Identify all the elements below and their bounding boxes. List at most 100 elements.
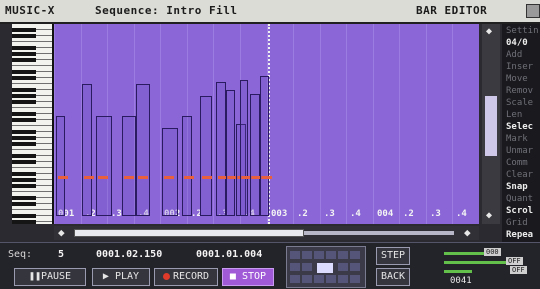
- side-menu-item[interactable]: 04/0: [506, 38, 528, 48]
- level-tag-1[interactable]: 000: [484, 248, 501, 256]
- beat-line: [54, 24, 55, 224]
- music-x-window: MUSIC-X Sequence: Intro Fill BAR EDITOR …: [0, 0, 540, 289]
- scroll-down-icon[interactable]: ◆: [486, 210, 492, 221]
- note-event[interactable]: [96, 116, 112, 216]
- beat-line: [399, 24, 400, 224]
- side-menu-item[interactable]: Grid: [506, 218, 528, 228]
- side-menu-item[interactable]: Mark: [506, 134, 528, 144]
- note-event[interactable]: [200, 96, 212, 216]
- horizontal-scroll-thumb[interactable]: [74, 229, 304, 237]
- velocity-marker[interactable]: [98, 176, 108, 179]
- note-keypad[interactable]: [286, 246, 366, 288]
- side-menu-item[interactable]: Scrol: [506, 206, 533, 216]
- piano-white-key[interactable]: [12, 222, 52, 224]
- beat-label: .3: [324, 209, 335, 219]
- note-grid[interactable]: 001.2.3.4 002.2.3.4 003.2.3.4 004.2.3.4: [54, 24, 479, 224]
- side-menu-item[interactable]: Move: [506, 74, 528, 84]
- seq-value[interactable]: 5: [58, 249, 64, 260]
- note-event[interactable]: [216, 82, 226, 216]
- velocity-marker[interactable]: [202, 176, 212, 179]
- note-event[interactable]: [226, 90, 235, 216]
- note-event[interactable]: [250, 94, 260, 216]
- depth-gadget-icon[interactable]: [526, 4, 540, 18]
- keypad-cell[interactable]: [302, 263, 312, 271]
- note-event[interactable]: [122, 116, 136, 216]
- record-button[interactable]: RECORD: [154, 268, 218, 286]
- note-event[interactable]: [260, 76, 269, 216]
- scroll-left-icon[interactable]: ◆: [58, 226, 65, 239]
- note-event[interactable]: [56, 116, 65, 216]
- keypad-cell[interactable]: [350, 251, 360, 259]
- keypad-cell[interactable]: [290, 251, 300, 259]
- pause-label: PAUSE: [40, 271, 72, 282]
- velocity-marker[interactable]: [138, 176, 148, 179]
- keypad-cell[interactable]: [350, 275, 360, 283]
- keypad-cell[interactable]: [290, 263, 300, 271]
- step-button[interactable]: STEP: [376, 247, 410, 265]
- note-event[interactable]: [240, 80, 248, 216]
- record-icon: [162, 272, 170, 280]
- editor-title: BAR EDITOR: [416, 4, 488, 17]
- beat-line: [213, 24, 214, 224]
- side-menu-item[interactable]: Comm: [506, 158, 528, 168]
- side-menu-item[interactable]: Repea: [506, 230, 533, 240]
- side-menu-item[interactable]: Add: [506, 50, 522, 60]
- stop-button[interactable]: ■ STOP: [222, 268, 274, 286]
- piano-keyboard[interactable]: [12, 24, 54, 224]
- beat-line: [452, 24, 453, 224]
- velocity-marker[interactable]: [58, 176, 68, 179]
- scroll-right-icon[interactable]: ◆: [464, 226, 471, 239]
- position-counter-2[interactable]: 0001.01.004: [196, 249, 262, 260]
- side-menu-item[interactable]: Settin: [506, 26, 539, 36]
- position-counter[interactable]: 0001.02.150: [96, 249, 162, 260]
- sequence-title: Sequence: Intro Fill: [95, 4, 238, 17]
- level-meters: 000 OFF OFF 0041: [440, 244, 538, 286]
- scroll-up-icon[interactable]: ◆: [486, 26, 492, 37]
- velocity-marker[interactable]: [84, 176, 94, 179]
- keypad-cell[interactable]: [302, 251, 312, 259]
- keypad-selected-cell[interactable]: [317, 263, 333, 273]
- side-menu-item[interactable]: Inser: [506, 62, 533, 72]
- keypad-cell[interactable]: [326, 275, 336, 283]
- horizontal-scrollbar[interactable]: ◆ ◆: [54, 226, 479, 240]
- velocity-marker[interactable]: [164, 176, 174, 179]
- title-bar: MUSIC-X Sequence: Intro Fill BAR EDITOR: [0, 0, 540, 24]
- keypad-cell[interactable]: [350, 263, 360, 271]
- keypad-cell[interactable]: [338, 251, 348, 259]
- note-event[interactable]: [182, 116, 192, 216]
- beat-label: .2: [297, 209, 308, 219]
- keypad-cell[interactable]: [326, 251, 336, 259]
- velocity-marker[interactable]: [124, 176, 134, 179]
- pause-button[interactable]: ❚❚PAUSE: [14, 268, 86, 286]
- beat-label: .4: [456, 209, 467, 219]
- side-menu-item[interactable]: Snap: [506, 182, 528, 192]
- keypad-cell[interactable]: [290, 275, 300, 283]
- side-menu-item[interactable]: Quant: [506, 194, 533, 204]
- beat-label: 004: [377, 209, 394, 219]
- keypad-cell[interactable]: [314, 275, 324, 283]
- play-button[interactable]: ▶ PLAY: [92, 268, 150, 286]
- keypad-cell[interactable]: [314, 251, 324, 259]
- level-tag-2[interactable]: OFF: [506, 257, 523, 265]
- side-menu-item[interactable]: Selec: [506, 122, 533, 132]
- note-event[interactable]: [136, 84, 150, 216]
- keypad-cell[interactable]: [302, 275, 312, 283]
- level-meter-1: [444, 252, 484, 255]
- keypad-cell[interactable]: [338, 275, 348, 283]
- back-button[interactable]: BACK: [376, 268, 410, 286]
- level-tag-3[interactable]: OFF: [510, 266, 527, 274]
- vertical-scroll-thumb[interactable]: [485, 96, 497, 156]
- note-event[interactable]: [82, 84, 92, 216]
- side-menu-item[interactable]: Len: [506, 110, 522, 120]
- beat-line: [346, 24, 347, 224]
- side-menu-item[interactable]: Remov: [506, 86, 533, 96]
- level-meter-2: [444, 261, 506, 264]
- keypad-cell[interactable]: [338, 263, 348, 271]
- vertical-scrollbar[interactable]: ◆ ◆: [482, 24, 500, 224]
- side-menu-item[interactable]: Clear: [506, 170, 533, 180]
- side-menu-item[interactable]: Unmar: [506, 146, 533, 156]
- velocity-marker[interactable]: [262, 176, 272, 179]
- side-menu-item[interactable]: Scale: [506, 98, 533, 108]
- note-event[interactable]: [162, 128, 178, 216]
- velocity-marker[interactable]: [184, 176, 194, 179]
